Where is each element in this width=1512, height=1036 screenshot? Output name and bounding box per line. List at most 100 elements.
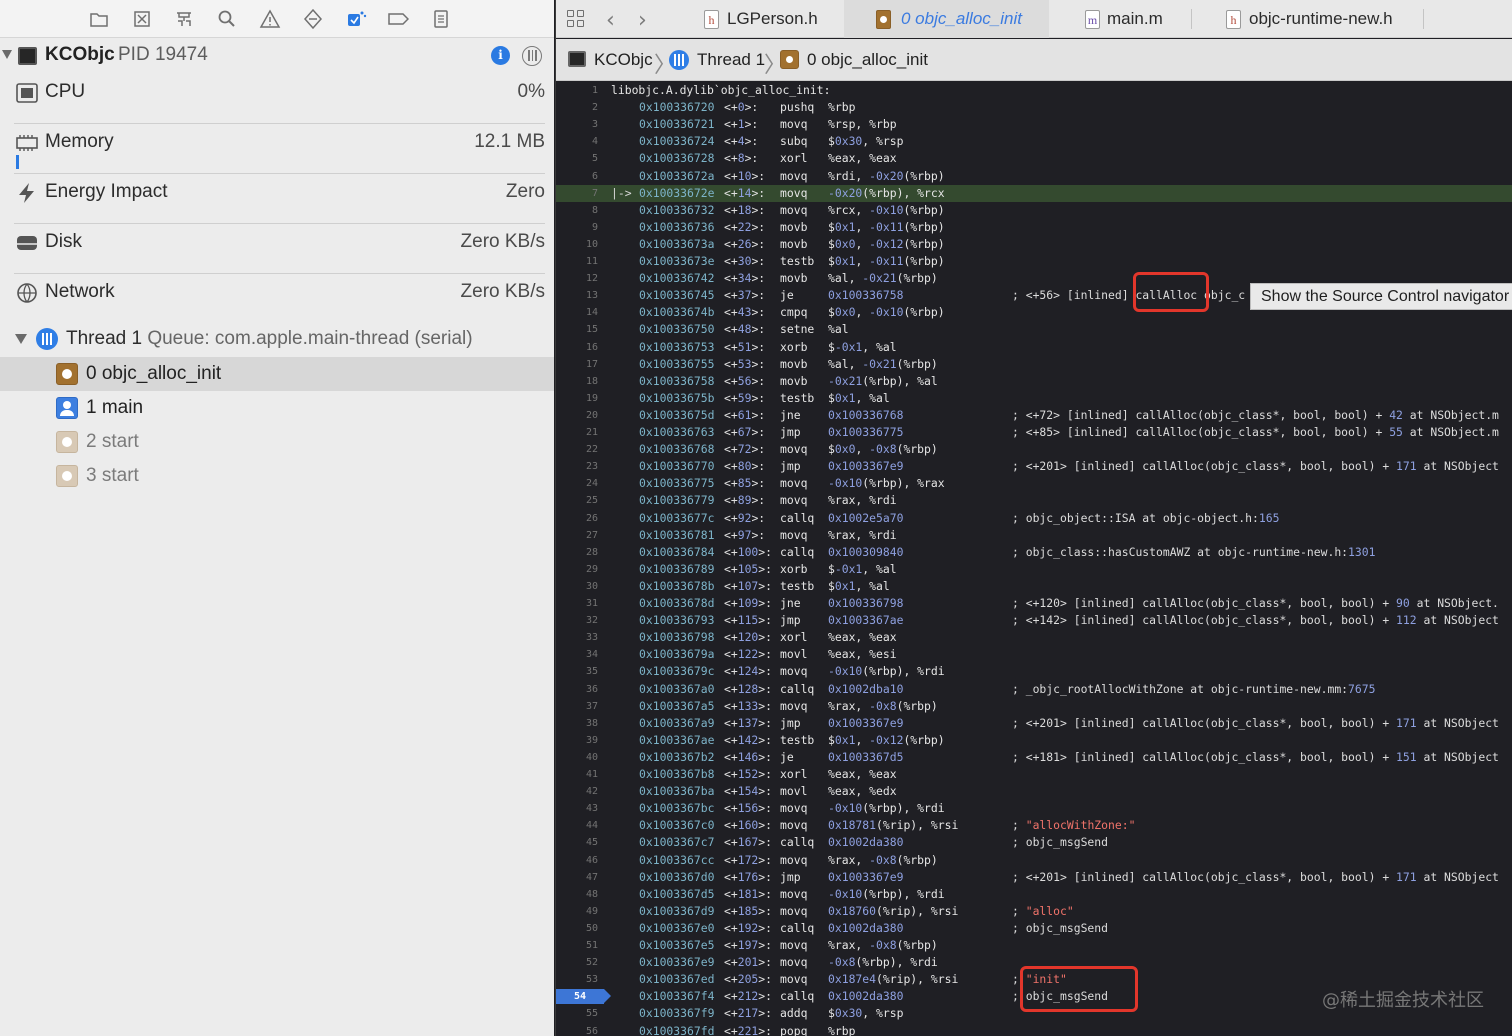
gauge-memory[interactable]: Memory 12.1 MB — [0, 124, 554, 174]
code-line[interactable]: 35 0x10033679c <+124>: movq -0x10(%rbp), %rd… — [556, 663, 1512, 680]
code-line[interactable]: 29 0x100336789 <+105>: xorb $-0x1, %al — [556, 561, 1512, 578]
program-counter-badge[interactable]: 54 — [556, 989, 611, 1005]
code-line[interactable]: 38 0x1003367a9 <+137>: jmp 0x1003367e9 ; <+20… — [556, 715, 1512, 732]
instruction-address: 0x10033672a — [639, 168, 715, 183]
operands: 0x100336798 — [828, 596, 904, 610]
instruction-offset: <+18>: — [724, 202, 766, 217]
jump-bar-thread[interactable]: Thread 1 — [697, 50, 765, 70]
code-line[interactable]: 8 0x100336732 <+18>: movq %rcx, -0x10(%rbp) — [556, 202, 1512, 219]
stack-frame-row[interactable]: 3 start — [0, 459, 554, 493]
code-line[interactable]: 4 0x100336724 <+4>: subq $0x30, %rsp — [556, 133, 1512, 150]
find-icon[interactable] — [216, 8, 238, 30]
code-line[interactable]: 22 0x100336768 <+72>: movq $0x0, -0x8(%rbp) — [556, 441, 1512, 458]
code-line[interactable]: 28 0x100336784 <+100>: callq 0x100309840 ; ob… — [556, 544, 1512, 561]
code-line[interactable]: 56 0x1003367fd <+221>: popq %rbp — [556, 1023, 1512, 1036]
debug-icon[interactable] — [345, 8, 367, 30]
instruction-offset: <+53>: — [724, 356, 766, 371]
comment: ; <+120> [inlined] callAlloc(objc_class*… — [1012, 596, 1499, 610]
code-line[interactable]: 15 0x100336750 <+48>: setne %al — [556, 321, 1512, 338]
disclosure-triangle-icon[interactable] — [2, 50, 12, 59]
instruction-offset: <+185>: — [724, 903, 773, 918]
back-arrow-icon[interactable]: ‹ — [606, 8, 615, 33]
code-line[interactable]: 7 |-> 0x10033672e <+14>: movq -0x20(%rbp), %r… — [556, 184, 1512, 202]
instruction-offset: <+192>: — [724, 920, 773, 935]
stack-frame-row[interactable]: 0 objc_alloc_init — [0, 357, 554, 391]
opcode: movq — [780, 527, 808, 542]
editor-tab[interactable]: h objc-runtime-new.h — [1191, 0, 1396, 38]
code-line[interactable]: 1 libobjc.A.dylib`objc_alloc_init: — [556, 82, 1512, 99]
thread-filter-icon[interactable] — [522, 46, 542, 66]
code-line[interactable]: 9 0x100336736 <+22>: movb $0x1, -0x11(%rbp) — [556, 219, 1512, 236]
code-line[interactable]: 3 0x100336721 <+1>: movq %rsp, %rbp — [556, 116, 1512, 133]
code-line[interactable]: 40 0x1003367b2 <+146>: je 0x1003367d5 ; <+181… — [556, 749, 1512, 766]
stack-frame-row[interactable]: 2 start — [0, 425, 554, 459]
test-icon[interactable] — [302, 8, 324, 30]
instruction-offset: <+89>: — [724, 493, 766, 508]
operands: 0x100309840 — [828, 544, 904, 559]
code-line[interactable]: 18 0x100336758 <+56>: movb -0x21(%rbp), %al — [556, 373, 1512, 390]
code-line[interactable]: 17 0x100336755 <+53>: movb %al, -0x21(%rbp) — [556, 356, 1512, 373]
disclosure-triangle-icon[interactable] — [15, 334, 27, 344]
breakpoint-icon[interactable] — [387, 8, 409, 30]
source-control-icon[interactable] — [131, 8, 153, 30]
code-line[interactable]: 27 0x100336781 <+97>: movq %rax, %rdi — [556, 527, 1512, 544]
code-line[interactable]: 36 0x1003367a0 <+128>: callq 0x1002dba10 ; _o… — [556, 681, 1512, 698]
symbol-icon[interactable] — [173, 8, 195, 30]
code-line[interactable]: 45 0x1003367c7 <+167>: callq 0x1002da380 ; ob… — [556, 834, 1512, 851]
jump-bar-frame[interactable]: 0 objc_alloc_init — [807, 50, 928, 70]
issue-icon[interactable] — [259, 8, 281, 30]
thread-row[interactable]: Thread 1 Queue: com.apple.main-thread (s… — [0, 322, 554, 356]
code-line[interactable]: 25 0x100336779 <+89>: movq %rax, %rdi — [556, 492, 1512, 509]
related-items-grid-icon[interactable] — [567, 10, 585, 28]
code-line[interactable]: 24 0x100336775 <+85>: movq -0x10(%rbp), %rax — [556, 475, 1512, 492]
instruction-offset: <+80>: — [724, 459, 766, 474]
code-line[interactable]: 11 0x10033673e <+30>: testb $0x1, -0x11(%rbp… — [556, 253, 1512, 270]
code-line[interactable]: 10 0x10033673a <+26>: movb $0x0, -0x12(%rbp) — [556, 236, 1512, 253]
info-icon[interactable]: i — [491, 46, 510, 65]
code-line[interactable]: 30 0x10033678b <+107>: testb $0x1, %al — [556, 578, 1512, 595]
code-line[interactable]: 34 0x10033679a <+122>: movl %eax, %esi — [556, 646, 1512, 663]
editor-tab[interactable]: m main.m — [1049, 0, 1191, 38]
gauge-energy-impact[interactable]: Energy Impact Zero — [0, 174, 554, 224]
code-line[interactable]: 46 0x1003367cc <+172>: movq %rax, -0x8(%rbp) — [556, 852, 1512, 869]
code-line[interactable]: 16 0x100336753 <+51>: xorb $-0x1, %al — [556, 339, 1512, 356]
code-line[interactable]: 47 0x1003367d0 <+176>: jmp 0x1003367e9 ; <+20… — [556, 869, 1512, 886]
operands: -0x10(%rbp), %rdi — [828, 664, 945, 679]
code-line[interactable]: 31 0x10033678d <+109>: jne 0x100336798 ; <+12… — [556, 595, 1512, 612]
code-line[interactable]: 5 0x100336728 <+8>: xorl %eax, %eax — [556, 150, 1512, 167]
code-line[interactable]: 2 0x100336720 <+0>: pushq %rbp — [556, 99, 1512, 116]
gauge-disk[interactable]: Disk Zero KB/s — [0, 224, 554, 274]
code-line[interactable]: 23 0x100336770 <+80>: jmp 0x1003367e9 ; <+201… — [556, 458, 1512, 475]
editor-tab[interactable]: h LGPerson.h — [696, 0, 844, 38]
gauge-cpu[interactable]: CPU 0% — [0, 74, 554, 124]
opcode: movq — [780, 938, 808, 952]
stack-frame-icon — [876, 10, 891, 29]
gauge-network[interactable]: Network Zero KB/s — [0, 274, 554, 324]
forward-arrow-icon[interactable]: › — [638, 8, 647, 33]
code-line[interactable]: 33 0x100336798 <+120>: xorl %eax, %eax — [556, 629, 1512, 646]
code-line[interactable]: 42 0x1003367ba <+154>: movl %eax, %edx — [556, 783, 1512, 800]
code-line[interactable]: 21 0x100336763 <+67>: jmp 0x100336775 ; <+85>… — [556, 424, 1512, 441]
code-line[interactable]: 19 0x10033675b <+59>: testb $0x1, %al — [556, 390, 1512, 407]
code-line[interactable]: 26 0x10033677c <+92>: callq 0x1002e5a70 ; obj… — [556, 510, 1512, 527]
code-line[interactable]: 20 0x10033675d <+61>: jne 0x100336768 ; <+72>… — [556, 407, 1512, 424]
code-line[interactable]: 50 0x1003367e0 <+192>: callq 0x1002da380 ; ob… — [556, 920, 1512, 937]
code-line[interactable]: 51 0x1003367e5 <+197>: movq %rax, -0x8(%rbp) — [556, 937, 1512, 954]
code-line[interactable]: 32 0x100336793 <+115>: jmp 0x1003367ae ; <+14… — [556, 612, 1512, 629]
code-line[interactable]: 48 0x1003367d5 <+181>: movq -0x10(%rbp), %rd… — [556, 886, 1512, 903]
code-line[interactable]: 43 0x1003367bc <+156>: movq -0x10(%rbp), %rd… — [556, 800, 1512, 817]
jump-bar-process[interactable]: KCObjc — [594, 50, 653, 70]
code-line[interactable]: 39 0x1003367ae <+142>: testb $0x1, -0x12(%rb… — [556, 732, 1512, 749]
code-line[interactable]: 41 0x1003367b8 <+152>: xorl %eax, %eax — [556, 766, 1512, 783]
instruction-offset: <+217>: — [724, 1006, 773, 1021]
disassembly-view[interactable]: 1 libobjc.A.dylib`objc_alloc_init: 2 0x1003… — [556, 82, 1512, 1036]
process-row[interactable]: KCObjc PID 19474 i — [0, 40, 554, 72]
code-line[interactable]: 6 0x10033672a <+10>: movq %rdi, -0x20(%rbp) — [556, 168, 1512, 185]
code-line[interactable]: 49 0x1003367d9 <+185>: movq 0x18760(%rip), %… — [556, 903, 1512, 920]
code-line[interactable]: 44 0x1003367c0 <+160>: movq 0x18781(%rip), %… — [556, 817, 1512, 834]
folder-icon[interactable] — [88, 8, 110, 30]
report-icon[interactable] — [430, 8, 452, 30]
stack-frame-row[interactable]: 1 main — [0, 391, 554, 425]
code-line[interactable]: 37 0x1003367a5 <+133>: movq %rax, -0x8(%rbp) — [556, 698, 1512, 715]
editor-tab[interactable]: 0 objc_alloc_init — [844, 0, 1049, 38]
